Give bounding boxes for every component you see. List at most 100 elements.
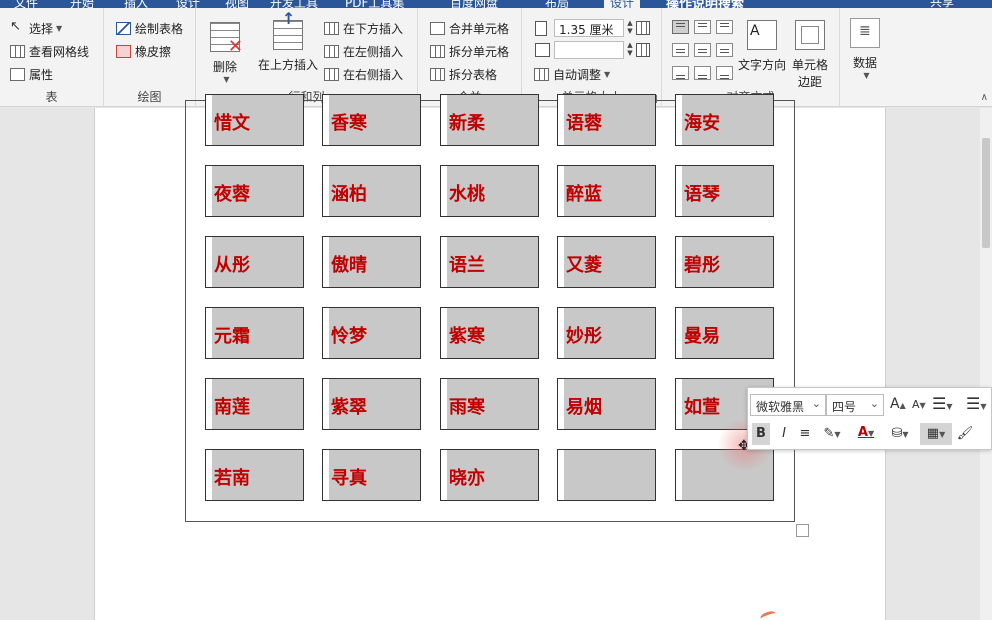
view-gridlines-button[interactable]: 查看网格线 [10,43,89,60]
vertical-scrollbar[interactable] [980,108,992,620]
chevron-down-icon: ▼ [834,430,841,439]
grow-font-button[interactable]: A▲ [890,396,906,412]
delete-button[interactable]: 删除 ▼ [210,22,243,84]
tab-home[interactable]: 开始 [70,0,94,8]
table-cell[interactable]: 语兰 [440,236,539,288]
table-cell[interactable]: 新柔 [440,94,539,146]
tab-insert[interactable]: 插入 [124,0,148,8]
shrink-font-button[interactable]: A▼ [912,398,926,411]
group-table: 选择▼ 查看网格线 属性 表 [0,8,104,107]
table-cell[interactable]: 夜蓉 [205,165,304,217]
table-cell[interactable]: 若南 [205,449,304,501]
align-middle-left-button[interactable] [672,43,689,57]
table-cell[interactable]: 易烟 [557,378,656,430]
autofit-button[interactable]: 自动调整 ▼ [534,66,610,83]
table-cell[interactable]: 海安 [675,94,774,146]
table-cell[interactable]: 语蓉 [557,94,656,146]
shading-button[interactable]: ⛁▼ [886,423,914,445]
insert-below-button[interactable]: 在下方插入 [324,20,403,37]
font-name-dropdown[interactable]: 微软雅黑 ⌄ [750,394,826,416]
tab-developer[interactable]: 开发工具 [270,0,318,8]
table-cell[interactable]: 紫翠 [322,378,421,430]
center-align-icon: ≡ [799,426,811,441]
table-cell[interactable]: 醉蓝 [557,165,656,217]
align-top-left-button[interactable] [672,20,689,34]
table-cell[interactable]: 碧彤 [675,236,774,288]
insert-above-button[interactable]: 在上方插入 [258,9,318,73]
align-top-right-button[interactable] [716,20,733,34]
table-cell[interactable]: 寻真 [322,449,421,501]
table-cell[interactable]: 语琴 [675,165,774,217]
tab-layout[interactable]: 布局 [545,0,569,8]
cell-margins-button[interactable]: 单元格 边距 [792,20,828,90]
split-table-button[interactable]: 拆分表格 [430,66,497,83]
align-middle-right-button[interactable] [716,43,733,57]
table-resize-handle[interactable] [796,524,809,537]
tab-table-design[interactable]: 设计 [604,0,641,8]
center-align-button[interactable]: ≡ [796,423,814,445]
scrollbar-thumb[interactable] [982,138,990,248]
table-cell[interactable]: 水桃 [440,165,539,217]
tab-design-doc[interactable]: 设计 [176,0,200,8]
format-painter-button[interactable]: 🖌 [956,423,974,445]
align-bottom-left-button[interactable] [672,66,689,80]
highlight-button[interactable]: ✎▼ [818,423,846,445]
tell-me-search[interactable]: 操作说明搜索 [666,0,744,8]
column-width-spinner[interactable]: ▲ ▼ [624,41,636,59]
tab-pdf[interactable]: PDF工具集 [345,0,404,8]
bold-button[interactable]: B [752,423,770,445]
group-label-draw: 绘图 [137,90,162,104]
distribute-rows-icon[interactable] [636,21,650,35]
column-width-input[interactable] [554,41,624,59]
align-middle-center-button[interactable] [694,43,711,57]
borders-button[interactable]: ▦▼ [920,423,952,445]
select-button[interactable]: 选择▼ [10,19,62,37]
italic-button[interactable]: I [776,423,792,445]
chevron-down-icon: ▼ [902,430,909,439]
bullet-list-icon: ☰ [932,394,947,413]
cell-text: 怜梦 [331,326,367,347]
table-cell[interactable]: 又菱 [557,236,656,288]
table-cell[interactable]: 紫寒 [440,307,539,359]
table-cell[interactable]: 香寒 [322,94,421,146]
table-cell[interactable]: 晓亦 [440,449,539,501]
tab-file[interactable]: 文件 [14,0,38,8]
table-cell[interactable]: 雨寒 [440,378,539,430]
split-cells-button[interactable]: 拆分单元格 [430,43,509,60]
tab-view[interactable]: 视图 [225,0,249,8]
insert-left-button[interactable]: 在左侧插入 [324,43,403,60]
table-cell[interactable]: 元霜 [205,307,304,359]
collapse-ribbon-icon[interactable]: ∧ [981,92,988,103]
distribute-cols-icon[interactable] [636,43,650,57]
insert-right-button[interactable]: 在右侧插入 [324,66,403,83]
tab-baidu[interactable]: 百度网盘 [450,0,498,8]
font-color-button[interactable]: A▼ [852,423,880,445]
draw-table-button[interactable]: 绘制表格 [116,20,183,37]
cell-text: 紫翠 [331,397,367,418]
share-button[interactable]: 共享 [930,0,954,8]
bullets-button[interactable]: ☰▼ [932,394,953,413]
table-cell[interactable]: 从彤 [205,236,304,288]
table-cell[interactable]: 妙彤 [557,307,656,359]
table-cell[interactable]: 怜梦 [322,307,421,359]
table-cell[interactable]: 惜文 [205,94,304,146]
row-height-input[interactable]: 1.35 厘米 [554,19,624,37]
chevron-down-icon: ▼ [867,429,875,438]
eraser-button[interactable]: 橡皮擦 [116,43,171,60]
align-bottom-right-button[interactable] [716,66,733,80]
cell-text: 南莲 [214,397,250,418]
merge-cells-button[interactable]: 合并单元格 [430,20,509,37]
align-bottom-center-button[interactable] [694,66,711,80]
text-direction-button[interactable]: 文字方向 [738,20,786,73]
font-size-dropdown[interactable]: 四号 ⌄ [826,394,884,416]
table-cell[interactable] [557,449,656,501]
table-cell[interactable]: 曼易 [675,307,774,359]
data-button[interactable]: 数据 ▼ [850,18,880,80]
table-cell[interactable]: 涵柏 [322,165,421,217]
table-cell[interactable]: 南莲 [205,378,304,430]
row-height-spinner[interactable]: ▲ ▼ [624,19,636,37]
align-top-center-button[interactable] [694,20,711,34]
numbering-button[interactable]: ☰▼ [966,394,987,413]
table-cell[interactable]: 傲晴 [322,236,421,288]
properties-button[interactable]: 属性 [10,66,53,83]
